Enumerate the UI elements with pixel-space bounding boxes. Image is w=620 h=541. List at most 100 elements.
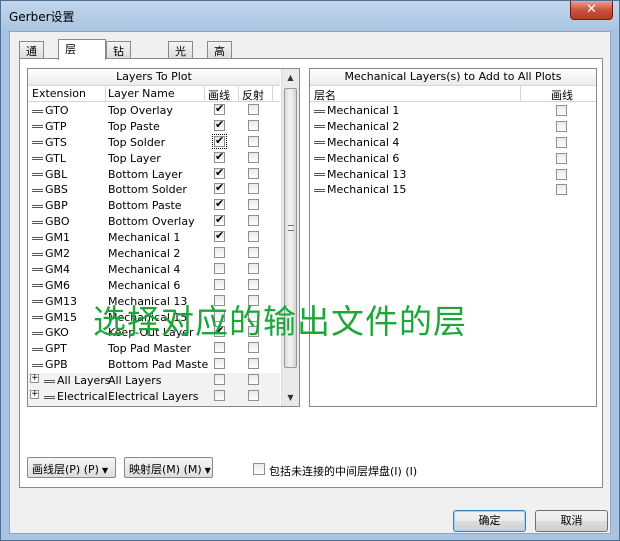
include-unconnected-label[interactable]: 包括未连接的中间层焊盘(I) (I) [269,463,417,479]
plot-checkbox[interactable] [214,118,225,131]
layer-row[interactable]: GM6 Mechanical 6 [28,278,280,294]
mirror-checkbox[interactable] [248,262,259,274]
tab-layers[interactable]: 层 [58,39,106,60]
plot-checkbox[interactable] [214,197,225,211]
tab-drill-drawing[interactable]: 钻孔图层 [106,41,131,106]
title-bar[interactable]: Gerber设置 ✕ [1,1,619,31]
grip-icon [288,225,294,231]
layer-name: Top Solder [108,135,166,149]
mirror-layers-dropdown[interactable]: 映射层(M) (M) ▼ [124,457,213,478]
scroll-up-arrow-icon[interactable]: ▲ [282,69,299,86]
plot-checkbox[interactable] [556,120,567,132]
mirror-checkbox[interactable] [248,358,259,370]
mirror-checkbox[interactable] [248,119,259,131]
layer-row[interactable]: GTP Top Paste [28,118,280,135]
plot-checkbox[interactable] [556,136,567,148]
mechanical-layer-label: Mechanical 2 [314,120,399,133]
layer-name: Mechanical 4 [108,262,181,276]
expand-plus-icon[interactable]: + [30,390,39,400]
mechanical-layer-label: Mechanical 4 [314,136,399,149]
layer-group-row[interactable]: + Electrical Electrical Layers [28,389,280,405]
layer-row[interactable]: GM1 Mechanical 1 [28,229,280,246]
layer-icon [32,109,43,113]
layer-extension: GM15 [32,311,77,324]
col-extension[interactable]: Extension [32,87,86,100]
mirror-checkbox[interactable] [248,231,259,243]
expand-plus-icon[interactable]: + [30,374,39,384]
plot-checkbox[interactable] [214,229,225,243]
layer-row[interactable]: GPT Top Pad Master [28,341,280,357]
mirror-checkbox[interactable] [248,342,259,354]
mirror-checkbox[interactable] [248,374,259,386]
close-button[interactable]: ✕ [570,1,613,20]
mirror-checkbox[interactable] [248,183,259,195]
plot-checkbox[interactable] [214,247,225,259]
layer-group-row[interactable]: + Signal LaSignal La [28,404,280,406]
plot-checkbox[interactable] [214,390,225,402]
scroll-down-arrow-icon[interactable]: ▼ [282,389,299,406]
plot-layers-dropdown[interactable]: 画线层(P) (P) ▼ [27,457,116,478]
mirror-checkbox[interactable] [248,405,259,406]
layer-row[interactable]: GBS Bottom Solder [28,181,280,198]
layer-row[interactable]: GBL Bottom Layer [28,166,280,183]
plot-checkbox[interactable] [212,133,227,149]
cancel-button[interactable]: 取消 [535,510,608,532]
layer-row[interactable]: GTL Top Layer [28,150,280,167]
mechanical-layer-row[interactable]: Mechanical 1 [310,103,596,119]
layer-name: Top Paste [108,119,160,133]
plot-checkbox[interactable] [214,358,225,370]
layer-group-row[interactable]: + All Layers All Layers [28,373,280,390]
layer-row[interactable]: GM4 Mechanical 4 [28,262,280,278]
mirror-checkbox[interactable] [248,104,259,115]
expand-plus-icon[interactable]: + [30,405,39,406]
plot-checkbox[interactable] [214,262,225,274]
plot-checkbox[interactable] [214,181,225,195]
layer-extension: GM2 [32,247,70,260]
ok-button[interactable]: 确定 [453,510,526,532]
plot-checkbox[interactable] [214,278,225,290]
mechanical-layer-row[interactable]: Mechanical 2 [310,119,596,135]
mirror-checkbox[interactable] [248,199,259,211]
plot-checkbox[interactable] [214,166,225,179]
layer-row[interactable]: GTO Top Overlay [28,102,280,119]
plot-checkbox[interactable] [214,342,225,354]
mechanical-layer-row[interactable]: Mechanical 15 [310,182,596,198]
mirror-checkbox[interactable] [248,151,259,163]
col-plot[interactable]: 画线 [551,87,573,103]
col-mirror[interactable]: 反射 [242,87,264,103]
plot-checkbox[interactable] [556,105,567,116]
plot-checkbox[interactable] [556,184,567,196]
layer-extension: GBS [32,183,68,196]
layers-scrollbar[interactable]: ▲ ▼ [281,69,299,406]
mirror-checkbox[interactable] [248,278,259,290]
plot-checkbox[interactable] [214,374,225,386]
plot-checkbox[interactable] [556,152,567,164]
col-layer-name[interactable]: Layer Name [108,87,175,100]
layer-icon [32,300,43,304]
mechanical-layer-row[interactable]: Mechanical 13 [310,167,596,183]
layer-row[interactable]: GPB Bottom Pad Maste [28,357,280,373]
tab-general[interactable]: 通用 [19,41,44,74]
col-layer[interactable]: 层名 [314,87,336,103]
col-plot[interactable]: 画线 [208,87,230,103]
layer-row[interactable]: GBO Bottom Overlay [28,213,280,230]
plot-checkbox[interactable] [214,213,225,227]
plot-checkbox[interactable] [214,405,225,406]
tab-advanced[interactable]: 高级 [207,41,232,74]
tab-apertures[interactable]: 光圈 [168,41,193,74]
mechanical-layer-row[interactable]: Mechanical 6 [310,151,596,167]
plot-checkbox[interactable] [214,150,225,163]
mirror-checkbox[interactable] [248,247,259,259]
layer-row[interactable]: GTS Top Solder [28,133,280,151]
mirror-checkbox[interactable] [248,167,259,179]
mirror-checkbox[interactable] [248,135,259,147]
mirror-checkbox[interactable] [248,215,259,227]
group-name: Electrical Layers [108,390,199,404]
include-unconnected-checkbox[interactable] [253,463,265,475]
plot-checkbox[interactable] [214,102,225,115]
mechanical-layer-row[interactable]: Mechanical 4 [310,135,596,151]
layer-row[interactable]: GM2 Mechanical 2 [28,246,280,262]
layer-row[interactable]: GBP Bottom Paste [28,197,280,214]
plot-checkbox[interactable] [556,168,567,180]
mirror-checkbox[interactable] [248,390,259,402]
